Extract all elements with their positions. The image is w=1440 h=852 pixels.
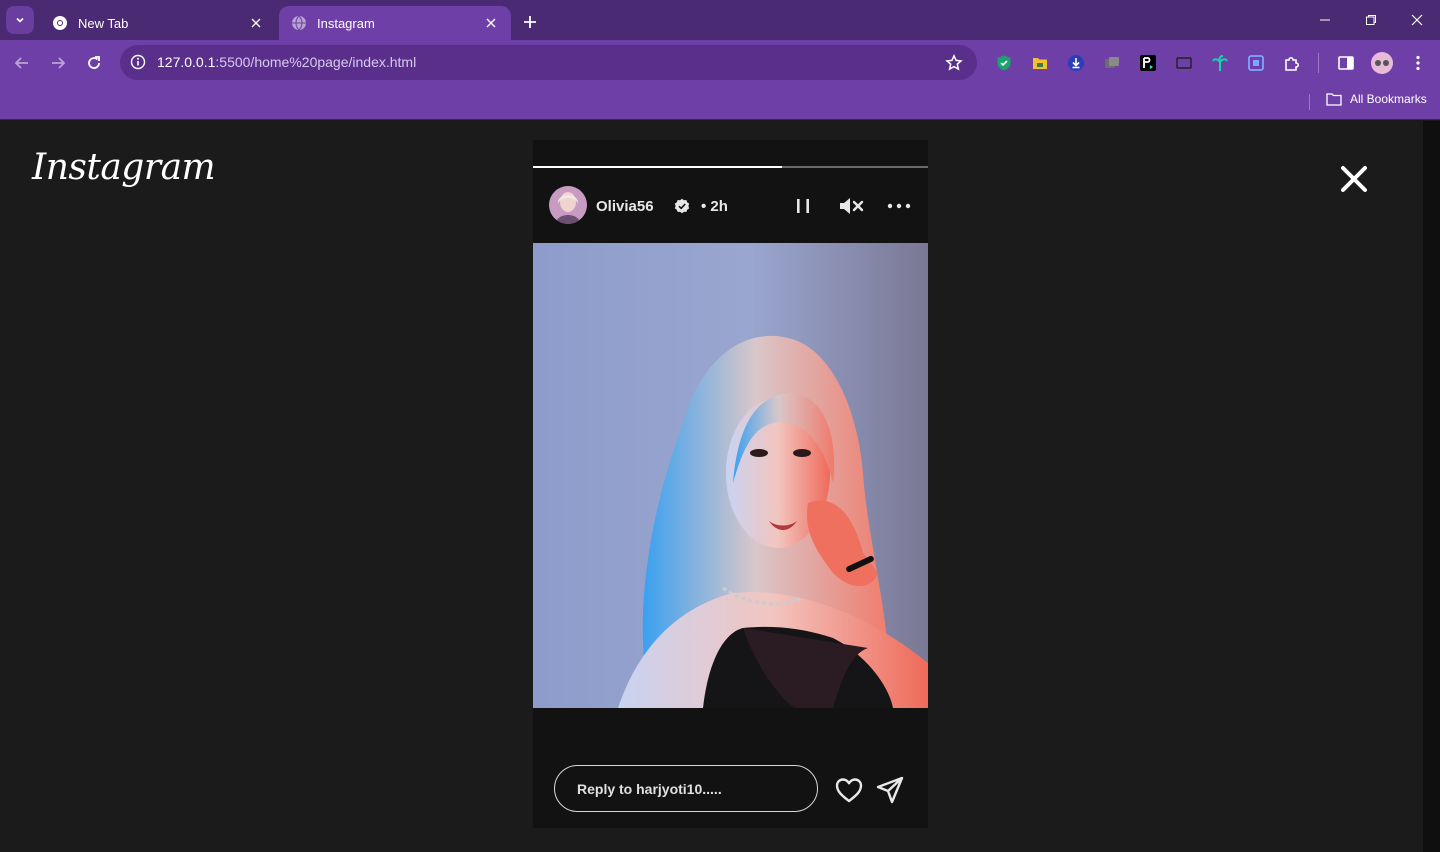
story-progress-fill [533, 166, 782, 168]
chrome-icon [53, 16, 67, 30]
story-username[interactable]: Olivia56 [596, 198, 654, 215]
arrow-right-icon [52, 57, 66, 69]
chevron-down-icon [16, 17, 24, 23]
layers-extension-icon[interactable] [1102, 53, 1122, 73]
bookmarks-bar: All Bookmarks [0, 86, 1440, 120]
all-bookmarks-button[interactable]: All Bookmarks [1326, 92, 1427, 106]
heart-icon[interactable] [835, 777, 863, 803]
address-bar[interactable]: 127.0.0.1:5500/home%20page/index.html [120, 45, 977, 80]
tab-title: Instagram [317, 15, 375, 31]
pause-button[interactable] [789, 194, 817, 218]
bookmark-star-icon[interactable] [943, 52, 965, 74]
tab-instagram[interactable]: Instagram [279, 6, 511, 40]
close-tab-icon[interactable] [483, 15, 499, 31]
story-viewer: Olivia56 • 2h [533, 140, 928, 828]
forward-button[interactable] [44, 49, 72, 77]
all-bookmarks-label: All Bookmarks [1350, 92, 1427, 106]
tab-search-button[interactable] [6, 6, 34, 34]
plus-icon [524, 16, 536, 28]
verified-badge-icon [674, 198, 690, 214]
globe-icon [292, 15, 306, 31]
download-extension-icon[interactable] [1066, 53, 1086, 73]
tab-title: New Tab [78, 15, 129, 31]
reload-button[interactable] [80, 49, 108, 77]
toolbar-divider [1318, 53, 1319, 73]
instagram-logo[interactable]: Instagram [32, 147, 216, 188]
more-horizontal-icon [887, 203, 911, 209]
more-options-button[interactable] [885, 194, 913, 218]
folder-extension-icon[interactable] [1030, 53, 1050, 73]
screen-extension-icon[interactable] [1174, 53, 1194, 73]
more-vertical-icon[interactable] [1408, 53, 1428, 73]
restore-icon [1366, 15, 1376, 25]
browser-toolbar: 127.0.0.1:5500/home%20page/index.html [0, 40, 1440, 86]
close-tab-icon[interactable] [248, 15, 264, 31]
story-progress-bar [533, 166, 928, 168]
url-text: 127.0.0.1:5500/home%20page/index.html [157, 54, 416, 70]
video-extension-icon[interactable] [1138, 53, 1158, 73]
muted-speaker-icon [840, 198, 864, 214]
reply-input[interactable] [554, 765, 818, 812]
back-button[interactable] [8, 49, 36, 77]
close-icon[interactable] [1338, 163, 1370, 195]
profile-avatar[interactable] [1370, 51, 1394, 75]
palm-extension-icon[interactable] [1210, 53, 1230, 73]
avatar[interactable] [549, 186, 587, 224]
story-image[interactable] [533, 243, 928, 708]
minimize-icon [1320, 19, 1330, 21]
restore-button[interactable] [1348, 6, 1394, 34]
send-icon[interactable] [876, 776, 904, 804]
close-window-button[interactable] [1394, 6, 1440, 34]
pause-icon [797, 199, 809, 213]
url-host: 127.0.0.1 [157, 54, 216, 70]
page-scrollbar[interactable] [1423, 121, 1440, 852]
capture-extension-icon[interactable] [1246, 53, 1266, 73]
bookmarks-divider [1309, 94, 1310, 110]
mute-button[interactable] [836, 194, 868, 218]
new-tab-button[interactable] [518, 10, 542, 34]
folder-icon [1326, 93, 1342, 106]
arrow-left-icon [14, 57, 28, 69]
close-icon [1411, 14, 1423, 26]
page-viewport: Instagram Olivia56 • 2h [0, 121, 1423, 852]
site-info-icon[interactable] [128, 52, 148, 72]
shield-extension-icon[interactable] [994, 53, 1014, 73]
tab-strip: New Tab Instagram [0, 0, 1440, 40]
minimize-button[interactable] [1302, 6, 1348, 34]
reload-icon [88, 56, 100, 69]
url-path: :5500/home%20page/index.html [215, 54, 417, 70]
side-panel-icon[interactable] [1336, 53, 1356, 73]
puzzle-extensions-icon[interactable] [1282, 53, 1302, 73]
story-timestamp: • 2h [701, 198, 728, 215]
tab-new-tab[interactable]: New Tab [40, 6, 276, 40]
story-header: Olivia56 • 2h [533, 186, 928, 226]
